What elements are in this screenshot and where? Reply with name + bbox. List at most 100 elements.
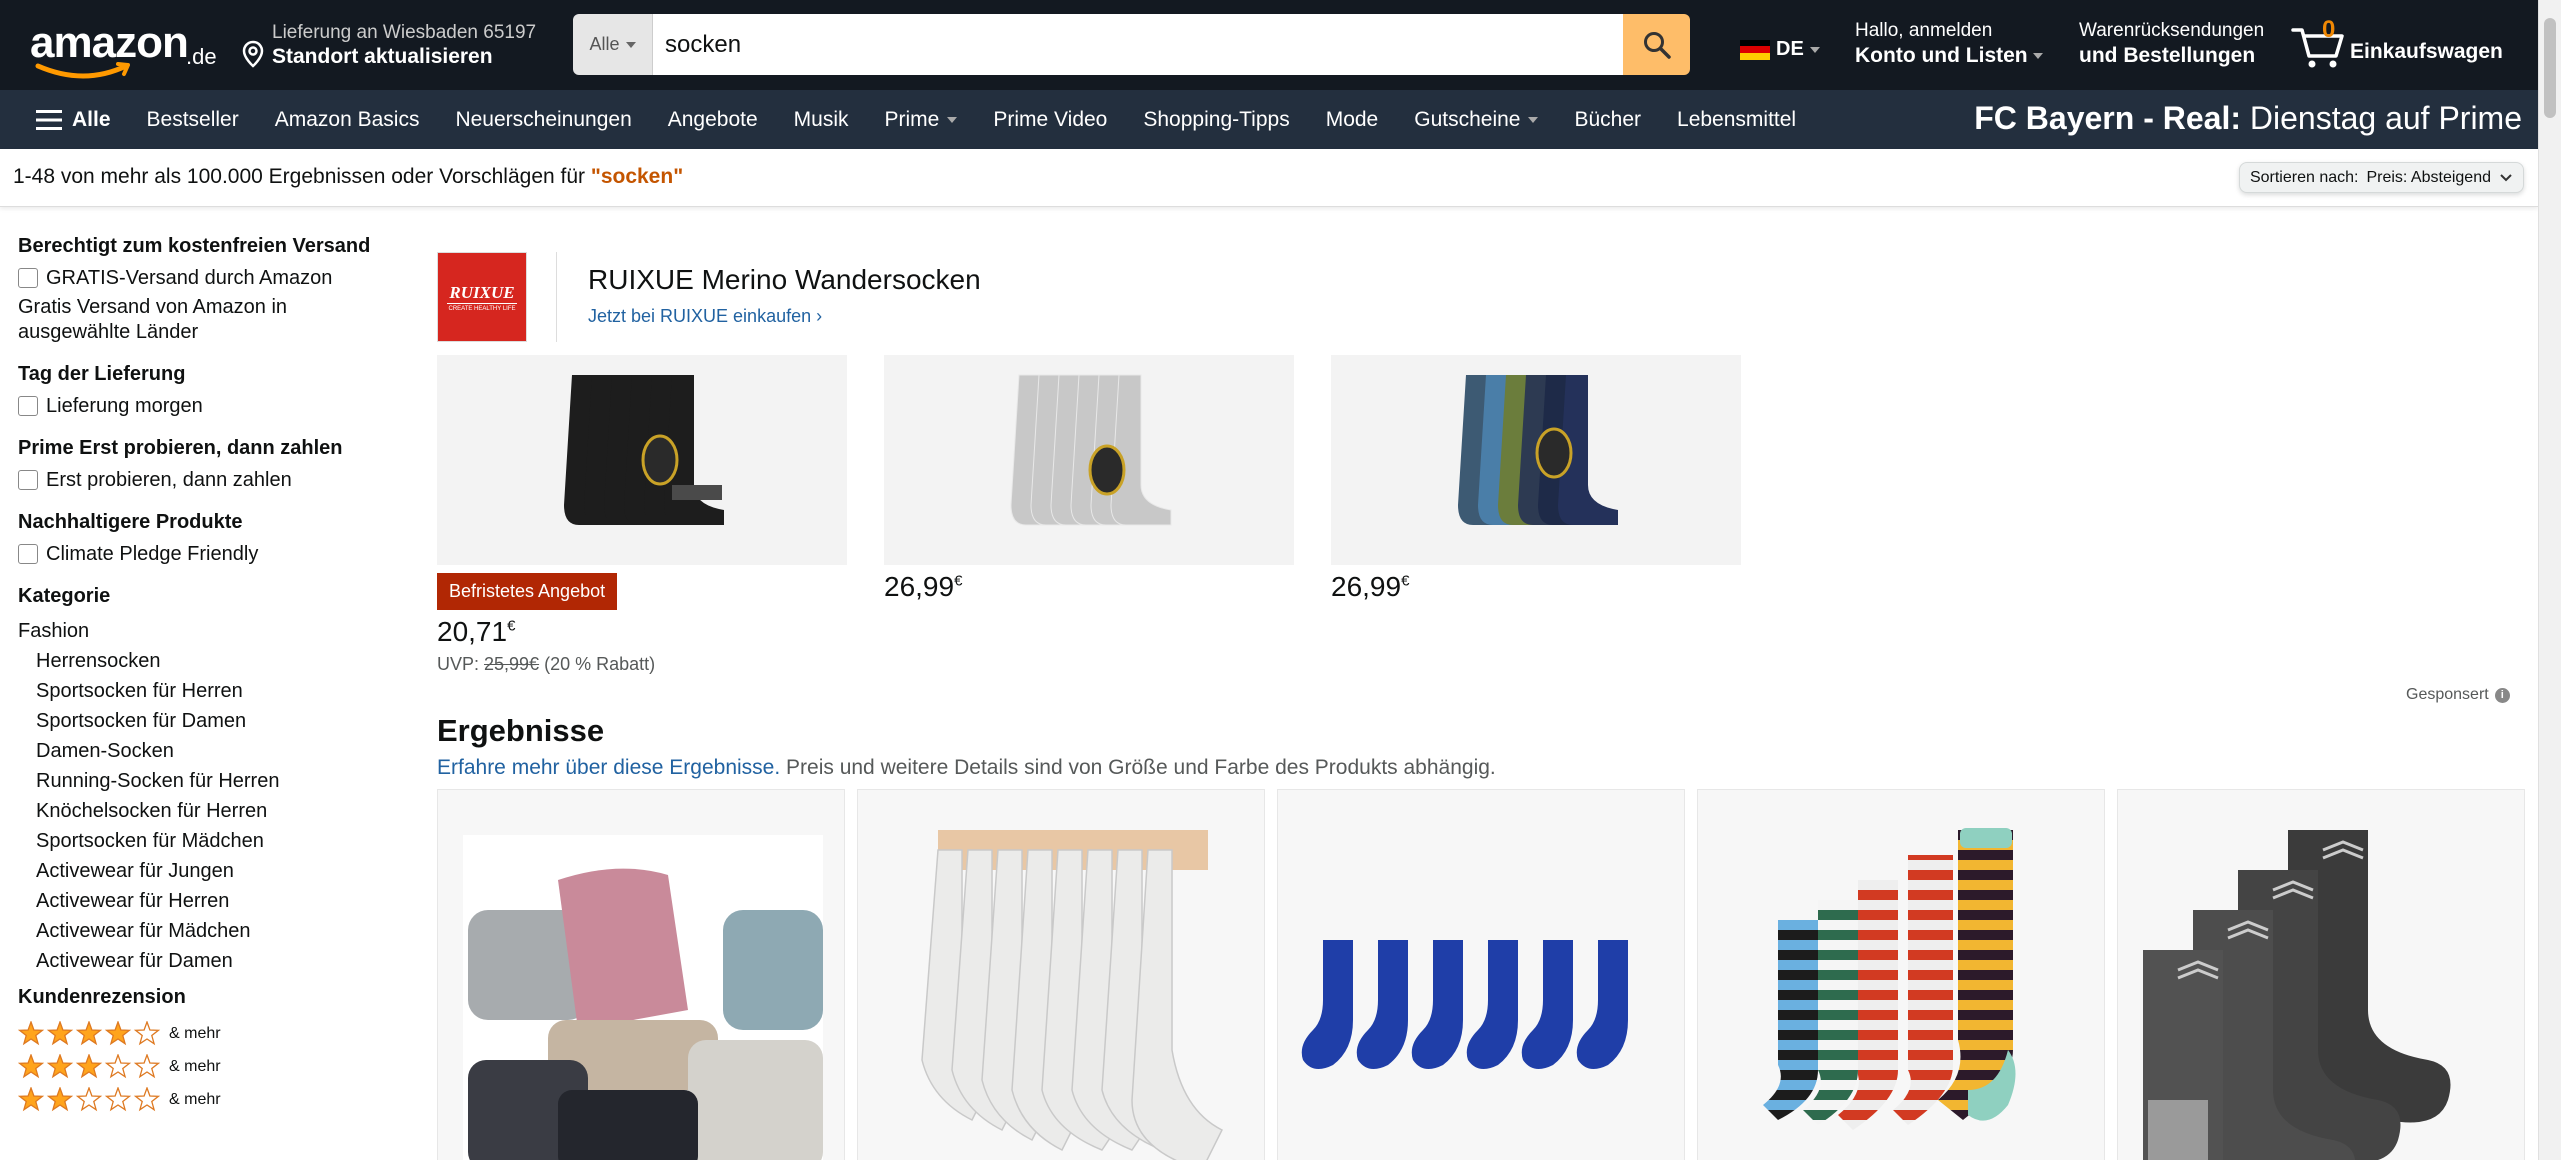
all-menu-button[interactable]: Alle (36, 108, 111, 132)
checkbox[interactable] (18, 544, 38, 564)
promo-bold: FC Bayern - Real: (1974, 100, 2241, 136)
product-image[interactable] (884, 355, 1294, 565)
nav-link-bestseller[interactable]: Bestseller (147, 108, 239, 132)
filter-note: Gratis Versand von Amazon in ausgewählte… (18, 296, 288, 343)
product-card[interactable] (1697, 789, 2105, 1160)
results-info-bar: 1-48 von mehr als 100.000 Ergebnissen od… (0, 149, 2538, 207)
brand-title[interactable]: RUIXUE Merino Wandersocken (588, 264, 981, 296)
nav-promo-banner[interactable]: FC Bayern - Real: Dienstag auf Prime (1974, 100, 2522, 137)
sponsored-product[interactable]: 26,99€ (884, 355, 1294, 603)
category-link[interactable]: Activewear für Damen (18, 946, 398, 976)
category-link[interactable]: Activewear für Herren (18, 886, 398, 916)
account-menu[interactable]: Hallo, anmelden Konto und Listen (1855, 20, 2044, 68)
results-query: "socken" (590, 165, 684, 188)
hamburger-menu-icon (36, 109, 62, 130)
brand-logo[interactable]: RUIXUE CREATE HEALTHY LIFE (437, 252, 527, 342)
review-filter-row[interactable]: & mehr (18, 1017, 398, 1050)
filter-heading: Nachhaltigere Produkte (18, 511, 243, 533)
nav-link-angebote[interactable]: Angebote (668, 108, 758, 132)
filter-sustainability: Nachhaltigere Produkte Climate Pledge Fr… (18, 511, 398, 567)
filter-option[interactable]: Lieferung morgen (18, 394, 398, 419)
review-filter-row[interactable]: & mehr (18, 1050, 398, 1083)
grey-hiking-socks-image (2143, 830, 2451, 1160)
product-price: 26,99€ (1331, 571, 1410, 602)
product-card[interactable] (1277, 789, 1685, 1160)
main-nav: Alle Bestseller Amazon Basics Neuerschei… (0, 90, 2538, 149)
filter-prime: Prime Erst probieren, dann zahlen Erst p… (18, 437, 398, 493)
category-link[interactable]: Activewear für Mädchen (18, 916, 398, 946)
returns-line1: Warenrücksendungen (2079, 20, 2265, 41)
search-button[interactable] (1623, 14, 1690, 75)
chevron-down-icon (1809, 46, 1820, 53)
search-input[interactable] (653, 14, 1623, 75)
category-link[interactable]: Sportsocken für Herren (18, 676, 398, 706)
nav-link-musik[interactable]: Musik (794, 108, 849, 132)
checkbox[interactable] (18, 268, 38, 288)
sponsored-product[interactable]: Befristetes Angebot 20,71€ UVP: 25,99€ (… (437, 355, 847, 675)
sponsored-product[interactable]: 26,99€ (1331, 355, 1741, 603)
cart-label: Einkaufswagen (2350, 40, 2503, 63)
category-link[interactable]: Running-Socken für Herren (18, 766, 398, 796)
sort-dropdown[interactable]: Sortieren nach: Preis: Absteigend (2238, 162, 2524, 193)
product-card[interactable] (857, 789, 1265, 1160)
category-root[interactable]: Fashion (18, 616, 398, 646)
amazon-logo[interactable]: amazon .de (30, 16, 217, 79)
wool-socks-image (463, 835, 823, 1160)
filter-reviews: Kundenrezension & mehr & mehr & mehr (18, 986, 398, 1116)
nav-link-prime-video[interactable]: Prime Video (993, 108, 1107, 132)
nav-link-neuerscheinungen[interactable]: Neuerscheinungen (455, 108, 631, 132)
results-heading: Ergebnisse (437, 713, 605, 748)
product-card[interactable] (2117, 789, 2525, 1160)
category-link[interactable]: Sportsocken für Damen (18, 706, 398, 736)
nav-link-amazon-basics[interactable]: Amazon Basics (275, 108, 420, 132)
account-label: Konto und Listen (1855, 44, 2044, 68)
sponsored-label[interactable]: Gesponsert i (2406, 686, 2510, 704)
page: amazon .de Lieferung an Wiesbaden 65197 … (0, 0, 2561, 1160)
checkbox[interactable] (18, 470, 38, 490)
sponsored-brand-header[interactable]: RUIXUE CREATE HEALTHY LIFE RUIXUE Merino… (437, 252, 981, 342)
nav-link-gutscheine[interactable]: Gutscheine (1414, 108, 1539, 132)
vertical-scrollbar[interactable] (2538, 0, 2561, 1160)
results-count: 1-48 von mehr als 100.000 Ergebnissen od… (13, 165, 684, 188)
nav-link-prime[interactable]: Prime (885, 108, 958, 132)
sort-label: Sortieren nach: (2249, 168, 2359, 186)
delivery-line2: Standort aktualisieren (272, 45, 493, 68)
search-category-dropdown[interactable]: Alle (573, 14, 653, 75)
language-selector[interactable]: DE (1740, 38, 1820, 61)
star-rating-icon (18, 1086, 161, 1111)
star-rating-icon (18, 1020, 161, 1045)
category-link[interactable]: Knöchelsocken für Herren (18, 796, 398, 826)
product-image[interactable] (1331, 355, 1741, 565)
striped-socks-image (1763, 828, 2016, 1130)
filter-category: Kategorie Fashion Herrensocken Sportsock… (18, 585, 398, 976)
divider (556, 252, 557, 342)
socks-image (1458, 375, 1618, 525)
product-card[interactable] (437, 789, 845, 1160)
review-filter-row[interactable]: & mehr (18, 1083, 398, 1116)
nav-link-shopping-tipps[interactable]: Shopping-Tipps (1143, 108, 1289, 132)
product-image[interactable] (437, 355, 847, 565)
category-link[interactable]: Sportsocken für Mädchen (18, 826, 398, 856)
brand-shop-link[interactable]: Jetzt bei RUIXUE einkaufen › (588, 306, 822, 327)
filter-option[interactable]: Climate Pledge Friendly (18, 542, 398, 567)
nav-link-mode[interactable]: Mode (1326, 108, 1379, 132)
cart-icon (2291, 28, 2344, 68)
cart-button[interactable]: 0 Einkaufswagen (2290, 16, 2530, 76)
filter-option[interactable]: Erst probieren, dann zahlen (18, 468, 398, 493)
nav-link-lebensmittel[interactable]: Lebensmittel (1677, 108, 1796, 132)
sort-value: Preis: Absteigend (2366, 168, 2491, 186)
product-uvp: UVP: 25,99€ (20 % Rabatt) (437, 654, 656, 674)
filter-option[interactable]: GRATIS-Versand durch Amazon (18, 266, 398, 291)
category-link[interactable]: Damen-Socken (18, 736, 398, 766)
location-pin-icon (242, 40, 264, 68)
results-note: Erfahre mehr über diese Ergebnisse. Prei… (437, 756, 1496, 779)
chevron-down-icon (2033, 53, 2044, 60)
filter-delivery: Tag der Lieferung Lieferung morgen (18, 363, 398, 419)
returns-orders[interactable]: Warenrücksendungen und Bestellungen (2079, 20, 2264, 68)
results-learn-more-link[interactable]: Erfahre mehr über diese Ergebnisse. (437, 756, 780, 779)
checkbox[interactable] (18, 396, 38, 416)
category-link[interactable]: Herrensocken (18, 646, 398, 676)
category-link[interactable]: Activewear für Jungen (18, 856, 398, 886)
scrollbar-thumb[interactable] (2544, 18, 2556, 118)
nav-link-buecher[interactable]: Bücher (1574, 108, 1641, 132)
